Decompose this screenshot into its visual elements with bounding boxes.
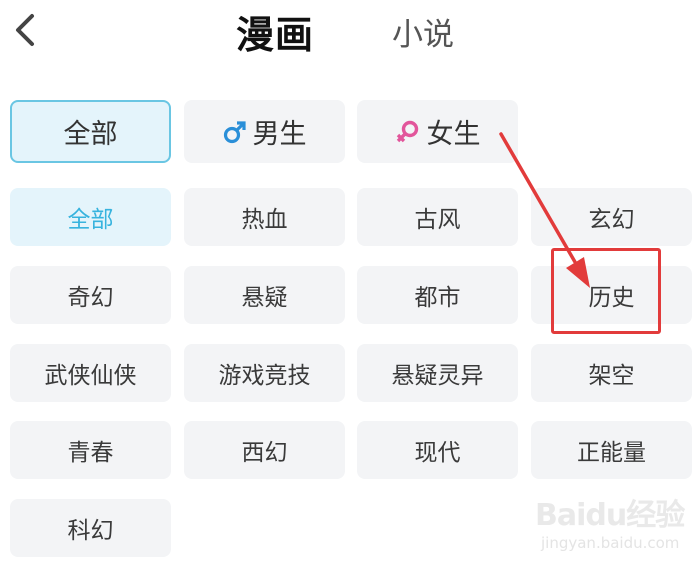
genre-chip-jiakong[interactable]: 架空 bbox=[531, 344, 692, 402]
genre-label: 奇幻 bbox=[67, 285, 114, 311]
female-symbol-icon bbox=[396, 120, 418, 142]
genre-chip-qingchun[interactable]: 青春 bbox=[10, 421, 171, 479]
genre-label: 现代 bbox=[414, 440, 461, 466]
genre-chip-xiandai[interactable]: 现代 bbox=[357, 421, 518, 479]
genre-chip-xuanyi[interactable]: 悬疑 bbox=[184, 266, 345, 324]
genre-label: 武侠仙侠 bbox=[44, 363, 137, 389]
gender-male-chip[interactable]: 男生 bbox=[184, 100, 345, 163]
genre-label: 热血 bbox=[241, 207, 288, 233]
gender-male-label: 男生 bbox=[252, 119, 307, 150]
genre-label: 全部 bbox=[67, 207, 114, 233]
genre-chip-kehuan[interactable]: 科幻 bbox=[10, 499, 171, 557]
tab-manga[interactable]: 漫画 bbox=[236, 4, 314, 59]
genre-label: 悬疑灵异 bbox=[391, 363, 484, 389]
genre-label: 玄幻 bbox=[588, 207, 635, 233]
male-symbol-icon bbox=[223, 120, 246, 143]
back-chevron-icon[interactable] bbox=[8, 10, 42, 50]
baidu-jingyan-watermark: Baidu经验 jingyan.baidu.com bbox=[533, 490, 693, 562]
genre-label: 正能量 bbox=[577, 440, 646, 466]
genre-chip-zhengnengliang[interactable]: 正能量 bbox=[531, 421, 692, 479]
gender-all-chip[interactable]: 全部 bbox=[10, 100, 171, 163]
genre-chip-xuanhuan[interactable]: 玄幻 bbox=[531, 188, 692, 246]
tab-novel[interactable]: 小说 bbox=[392, 9, 454, 54]
genre-label: 古风 bbox=[414, 207, 461, 233]
genre-label: 都市 bbox=[414, 285, 461, 311]
genre-chip-xuanyi-lingyi[interactable]: 悬疑灵异 bbox=[357, 344, 518, 402]
gender-female-label: 女生 bbox=[426, 119, 481, 150]
genre-label: 架空 bbox=[588, 363, 635, 389]
genre-chip-gufeng[interactable]: 古风 bbox=[357, 188, 518, 246]
genre-label: 青春 bbox=[67, 440, 114, 466]
genre-label: 悬疑 bbox=[241, 285, 288, 311]
genre-label: 科幻 bbox=[67, 518, 114, 544]
gender-all-label: 全部 bbox=[63, 119, 118, 150]
genre-label: 西幻 bbox=[241, 440, 288, 466]
gender-female-chip[interactable]: 女生 bbox=[357, 100, 518, 163]
genre-chip-all[interactable]: 全部 bbox=[10, 188, 171, 246]
genre-chip-youxi-jingji[interactable]: 游戏竞技 bbox=[184, 344, 345, 402]
genre-chip-xihuan[interactable]: 西幻 bbox=[184, 421, 345, 479]
genre-chip-rexue[interactable]: 热血 bbox=[184, 188, 345, 246]
watermark-logo: Baidu经验 bbox=[535, 498, 685, 533]
watermark-site: jingyan.baidu.com bbox=[541, 534, 680, 552]
genre-label: 游戏竞技 bbox=[218, 363, 311, 389]
genre-chip-wuxia-xianxia[interactable]: 武侠仙侠 bbox=[10, 344, 171, 402]
annotation-highlight-box bbox=[551, 248, 661, 334]
genre-chip-qihuan[interactable]: 奇幻 bbox=[10, 266, 171, 324]
genre-chip-dushi[interactable]: 都市 bbox=[357, 266, 518, 324]
